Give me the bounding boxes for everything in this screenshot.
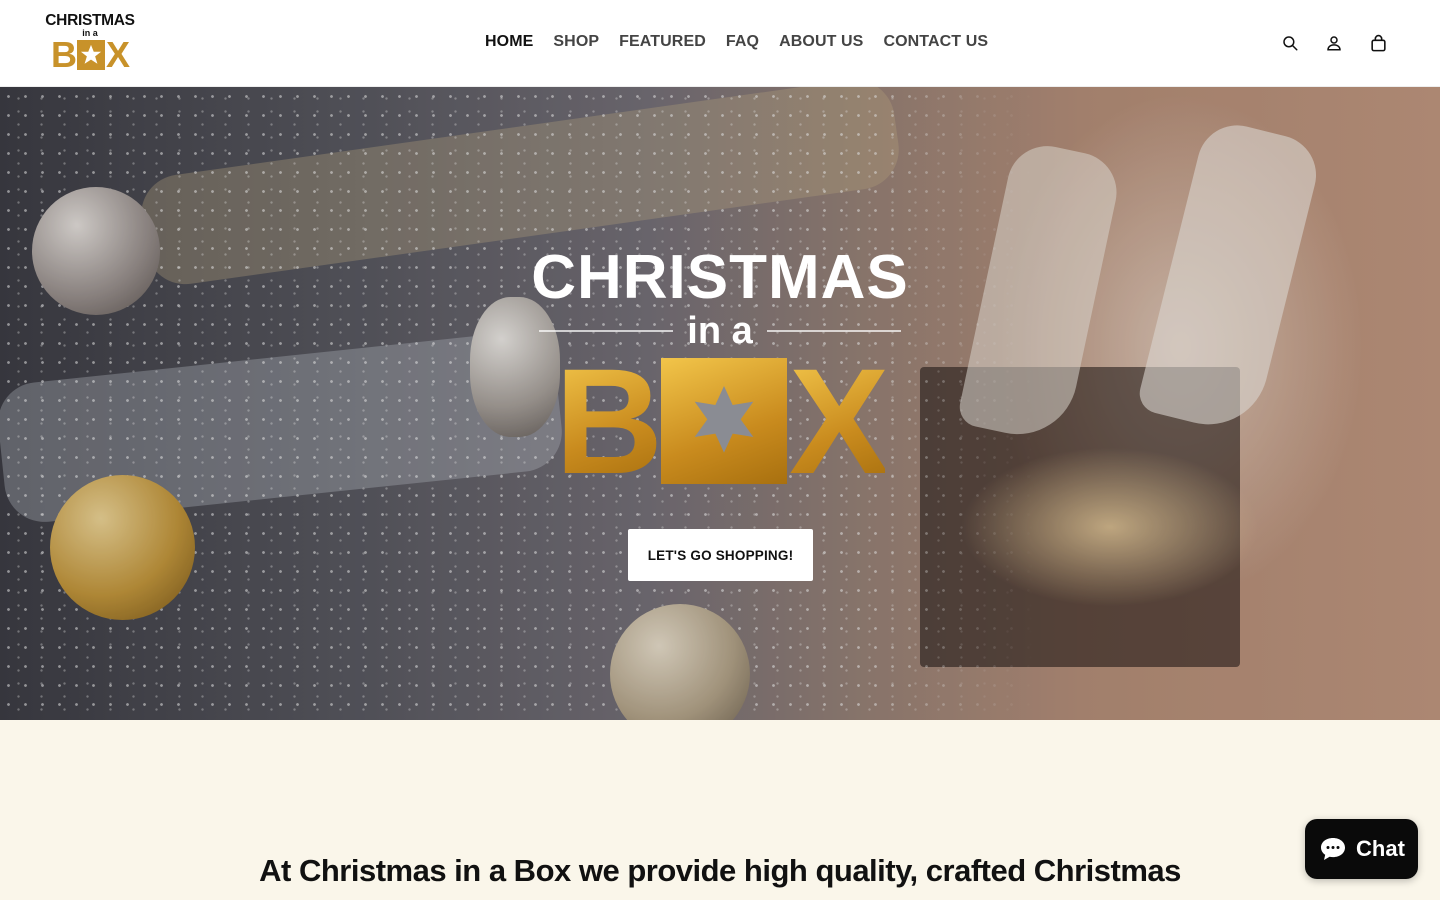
hero-banner: CHRISTMAS in a B X LET'S GO SHOPPING! <box>0 87 1440 720</box>
chat-button[interactable]: Chat <box>1305 819 1418 879</box>
search-icon[interactable] <box>1280 33 1300 53</box>
hero-box-left: B <box>554 337 663 505</box>
main-nav: HOME SHOP FEATURED FAQ ABOUT US CONTACT … <box>485 33 988 51</box>
intro-heading: At Christmas in a Box we provide high qu… <box>259 853 1181 888</box>
hero-box-right: X <box>789 337 889 505</box>
cart-icon[interactable] <box>1368 33 1388 53</box>
logo-box: B X <box>40 34 140 75</box>
hero-subtitle-text: in a <box>687 310 753 352</box>
logo-box-left: B <box>50 34 77 75</box>
nav-shop[interactable]: SHOP <box>553 33 599 51</box>
site-header: CHRISTMAS in a B X HOME SHOP FEATURED FA… <box>0 0 1440 87</box>
logo-line-1: CHRISTMAS <box>45 12 135 29</box>
chat-bubble-icon <box>1321 838 1346 860</box>
hero-box-word: B X <box>520 337 920 505</box>
star-icon <box>661 358 788 484</box>
header-icons <box>1280 33 1388 53</box>
shop-now-button[interactable]: LET'S GO SHOPPING! <box>628 529 813 581</box>
nav-contact-us[interactable]: CONTACT US <box>883 33 988 51</box>
divider <box>539 330 674 332</box>
logo-box-right: X <box>105 34 130 75</box>
nav-featured[interactable]: FEATURED <box>619 33 706 51</box>
divider <box>766 330 901 332</box>
chat-label: Chat <box>1356 836 1405 861</box>
account-icon[interactable] <box>1324 33 1344 53</box>
nav-about-us[interactable]: ABOUT US <box>779 33 863 51</box>
nav-home[interactable]: HOME <box>485 33 533 51</box>
logo-star-icon <box>76 40 105 70</box>
hero-logo: CHRISTMAS in a B X <box>520 243 920 505</box>
hero-title: CHRISTMAS <box>531 243 909 312</box>
site-logo[interactable]: CHRISTMAS in a B X <box>40 13 140 73</box>
nav-faq[interactable]: FAQ <box>726 33 759 51</box>
